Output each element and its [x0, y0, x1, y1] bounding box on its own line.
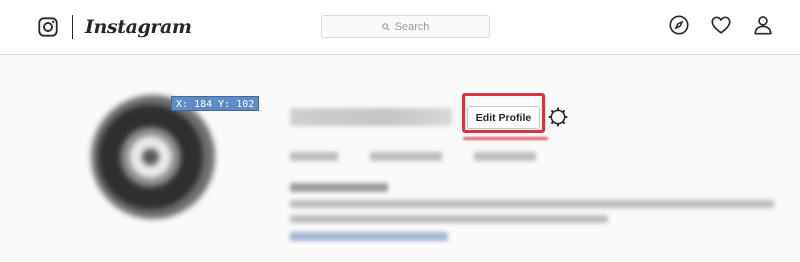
- cursor-coordinate-readout: X: 184 Y: 102: [171, 96, 260, 111]
- bio-line-redacted: [290, 215, 608, 223]
- brand-divider: [72, 15, 73, 39]
- username-redacted: [290, 108, 452, 126]
- profile-avatar[interactable]: [91, 95, 215, 219]
- instagram-wordmark: Instagram: [85, 16, 192, 38]
- person-icon[interactable]: [752, 14, 774, 36]
- highlight-underline: [463, 137, 548, 140]
- top-navigation-bar: Instagram Search: [0, 0, 800, 55]
- followers-count-redacted[interactable]: [370, 152, 442, 161]
- brand[interactable]: Instagram: [37, 14, 192, 40]
- bio-line-redacted: [290, 200, 774, 208]
- following-count-redacted[interactable]: [474, 152, 536, 161]
- posts-count-redacted: [290, 152, 338, 161]
- gear-icon[interactable]: [548, 107, 568, 127]
- compass-icon[interactable]: [668, 14, 690, 36]
- instagram-camera-icon: [38, 17, 58, 37]
- display-name-redacted: [290, 183, 388, 192]
- heart-icon[interactable]: [710, 14, 732, 36]
- search-icon: [381, 22, 390, 31]
- edit-profile-button[interactable]: Edit Profile: [467, 106, 540, 129]
- bio-link-redacted[interactable]: [290, 232, 448, 241]
- search-placeholder: Search: [394, 20, 430, 33]
- search-input[interactable]: Search: [321, 15, 490, 38]
